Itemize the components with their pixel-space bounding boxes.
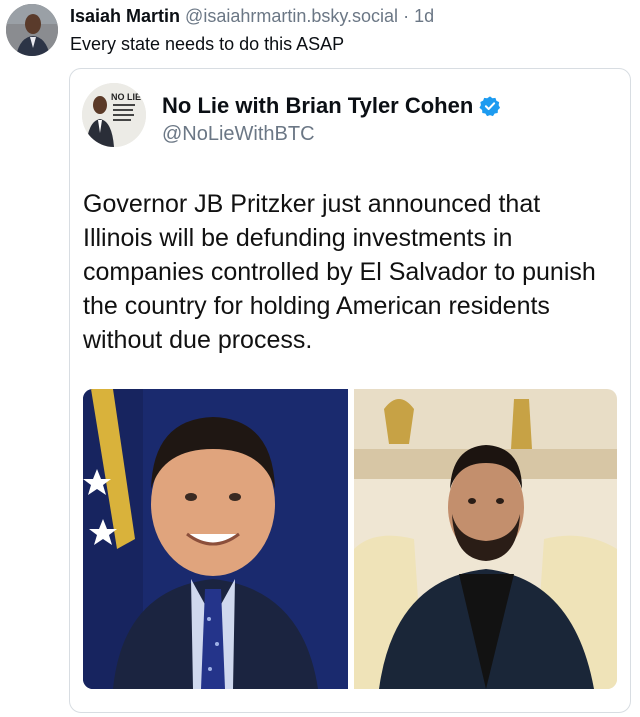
verified-badge-icon <box>479 95 501 117</box>
author-name[interactable]: Isaiah Martin <box>70 6 180 26</box>
quoted-author-handle[interactable]: @NoLieWithBTC <box>162 123 315 146</box>
svg-text:NO LIE: NO LIE <box>111 92 141 102</box>
quoted-author-avatar[interactable]: NO LIE <box>82 83 146 147</box>
author-handle[interactable]: @isaiahrmartin.bsky.social <box>185 6 398 26</box>
separator-dot: · <box>403 6 410 26</box>
quoted-post-text: Governor JB Pritzker just announced that… <box>83 190 596 354</box>
quoted-author-name[interactable]: No Lie with Brian Tyler Cohen <box>162 93 473 119</box>
post-age[interactable]: 1d <box>414 6 434 26</box>
quoted-author-name-row: No Lie with Brian Tyler Cohen <box>162 93 501 119</box>
post-text: Every state needs to do this ASAP <box>70 34 345 54</box>
author-avatar[interactable] <box>6 4 58 56</box>
post-header: Isaiah Martin @isaiahrmartin.bsky.social… <box>70 6 434 26</box>
quoted-post-card[interactable]: NO LIE No Lie with Brian Tyler Cohen @No… <box>69 68 631 713</box>
bukele-photo[interactable] <box>354 389 617 689</box>
pritzker-photo[interactable] <box>83 389 348 689</box>
